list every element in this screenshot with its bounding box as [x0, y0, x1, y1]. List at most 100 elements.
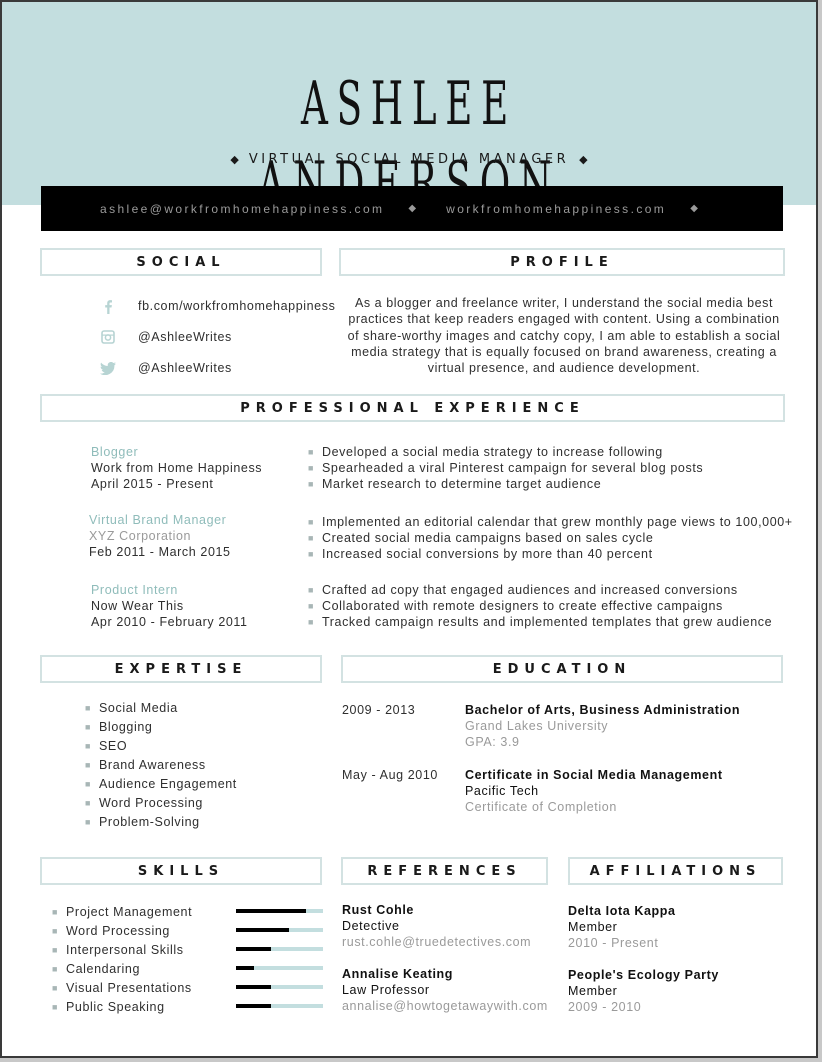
bullet-icon: ■	[52, 1002, 59, 1012]
list-item: ■ Project Management	[52, 903, 192, 922]
list-item: ■ Developed a social media strategy to in…	[308, 445, 663, 459]
reference-name: Annalise Keating	[342, 967, 454, 981]
job-dates: April 2015 - Present	[91, 477, 214, 491]
bullet-icon: ■	[52, 964, 59, 974]
list-item: ■ Market research to determine target aud…	[308, 477, 602, 491]
diamond-icon: ◆	[579, 153, 588, 166]
job-company: Work from Home Happiness	[91, 461, 263, 475]
reference-role: Law Professor	[342, 983, 430, 997]
affiliation-role: Member	[568, 920, 618, 934]
affiliation-role: Member	[568, 984, 618, 998]
list-item: ■ Word Processing	[52, 922, 192, 941]
profile-summary: As a blogger and freelance writer, I und…	[347, 296, 781, 376]
bullet-icon: ■	[85, 741, 92, 751]
list-item: ■ Tracked campaign results and implemente…	[308, 615, 773, 629]
bullet-icon: ■	[52, 907, 59, 917]
skills-heading: SKILLS	[40, 857, 322, 885]
facebook-icon	[100, 298, 116, 314]
bullet-icon: ■	[308, 517, 315, 527]
education-degree: Certificate in Social Media Management	[465, 768, 723, 782]
list-item: ■ Created social media campaigns based on…	[308, 531, 654, 545]
skill-level-fill	[236, 909, 306, 913]
bullet-icon: ■	[308, 447, 315, 457]
reference-email[interactable]: rust.cohle@truedetectives.com	[342, 934, 531, 950]
education-dates: 2009 - 2013	[342, 703, 416, 717]
reference-name: Rust Cohle	[342, 903, 414, 917]
skill-level-fill	[236, 966, 255, 970]
skill-level-fill	[236, 928, 290, 932]
bullet-icon: ■	[308, 585, 315, 595]
bullet-icon: ■	[85, 703, 92, 713]
list-item: ■ Calendaring	[52, 960, 192, 979]
bullet-icon: ■	[308, 463, 315, 473]
list-item: ■ Spearheaded a viral Pinterest campaign …	[308, 461, 704, 475]
affiliation-dates: 2009 - 2010	[568, 1000, 642, 1014]
bullet-icon: ■	[308, 549, 315, 559]
list-item: ■ Interpersonal Skills	[52, 941, 192, 960]
facebook-handle[interactable]: fb.com/workfromhomehappiness	[138, 298, 335, 314]
instagram-icon	[100, 329, 116, 345]
list-item: ■ Visual Presentations	[52, 979, 192, 998]
list-item: ■ Implemented an editorial calendar that …	[308, 515, 793, 529]
instagram-handle[interactable]: @AshleeWrites	[138, 329, 232, 345]
list-item: ■ Audience Engagement	[85, 775, 237, 794]
bullet-icon: ■	[52, 945, 59, 955]
twitter-icon	[100, 360, 116, 376]
bullet-icon: ■	[85, 760, 92, 770]
social-item-twitter: @AshleeWrites	[100, 360, 232, 376]
job-bullets: ■ Crafted ad copy that engaged audiences …	[308, 582, 773, 630]
job-dates: Apr 2010 - February 2011	[91, 615, 248, 629]
skill-level-fill	[236, 985, 271, 989]
skill-level-bar	[236, 928, 323, 932]
skill-level-bar	[236, 909, 323, 913]
affiliations-heading: AFFILIATIONS	[568, 857, 783, 885]
education-degree: Bachelor of Arts, Business Administratio…	[465, 703, 741, 717]
experience-heading: PROFESSIONAL EXPERIENCE	[40, 394, 785, 422]
skill-level-bar	[236, 985, 323, 989]
education-heading: EDUCATION	[341, 655, 783, 683]
references-heading: REFERENCES	[341, 857, 548, 885]
social-heading: SOCIAL	[40, 248, 322, 276]
list-item: ■ Collaborated with remote designers to c…	[308, 599, 723, 613]
bullet-icon: ■	[85, 798, 92, 808]
affiliation-name: People's Ecology Party	[568, 968, 719, 982]
job-bullets: ■ Developed a social media strategy to in…	[308, 444, 704, 492]
education-detail: Certificate of Completion	[465, 800, 617, 814]
diamond-icon: ◆	[230, 153, 239, 166]
skill-level-bar	[236, 947, 323, 951]
bullet-icon: ■	[308, 601, 315, 611]
list-item: ■ Public Speaking	[52, 998, 192, 1017]
skill-level-fill	[236, 947, 271, 951]
job-title: Blogger	[91, 445, 139, 459]
job-company: XYZ Corporation	[89, 529, 192, 543]
website-link[interactable]: workfromhomehappiness.com	[446, 202, 666, 216]
bullet-icon: ■	[85, 722, 92, 732]
affiliation-name: Delta Iota Kappa	[568, 904, 676, 918]
list-item: ■ Crafted ad copy that engaged audiences …	[308, 583, 738, 597]
education-dates: May - Aug 2010	[342, 768, 438, 782]
expertise-heading: EXPERTISE	[40, 655, 322, 683]
list-item: ■ Blogging	[85, 718, 237, 737]
job-company: Now Wear This	[91, 599, 184, 613]
skill-level-fill	[236, 1004, 271, 1008]
social-item-instagram: @AshleeWrites	[100, 329, 232, 345]
contact-bar: ashlee@workfromhomehappiness.com ◆ workf…	[41, 186, 783, 231]
twitter-handle[interactable]: @AshleeWrites	[138, 360, 232, 376]
bullet-icon: ■	[85, 779, 92, 789]
bullet-icon: ■	[85, 817, 92, 827]
list-item: ■ Brand Awareness	[85, 756, 237, 775]
skill-level-bar	[236, 1004, 323, 1008]
diamond-icon: ◆	[690, 203, 701, 214]
reference-email[interactable]: annalise@howtogetawaywith.com	[342, 998, 548, 1014]
list-item: ■ Increased social conversions by more th…	[308, 547, 653, 561]
expertise-list: ■ Social Media ■ Blogging ■ SEO ■ Brand Awar…	[85, 699, 237, 832]
education-school: Grand Lakes University	[465, 719, 609, 733]
bullet-icon: ■	[308, 617, 315, 627]
job-title: ◆ VIRTUAL SOCIAL MEDIA MANAGER ◆	[2, 150, 816, 170]
reference-role: Detective	[342, 919, 400, 933]
bullet-icon: ■	[52, 926, 59, 936]
affiliation-dates: 2010 - Present	[568, 936, 659, 950]
education-detail: GPA: 3.9	[465, 735, 520, 749]
social-item-facebook: fb.com/workfromhomehappiness	[100, 298, 335, 314]
email-link[interactable]: ashlee@workfromhomehappiness.com	[100, 202, 384, 216]
